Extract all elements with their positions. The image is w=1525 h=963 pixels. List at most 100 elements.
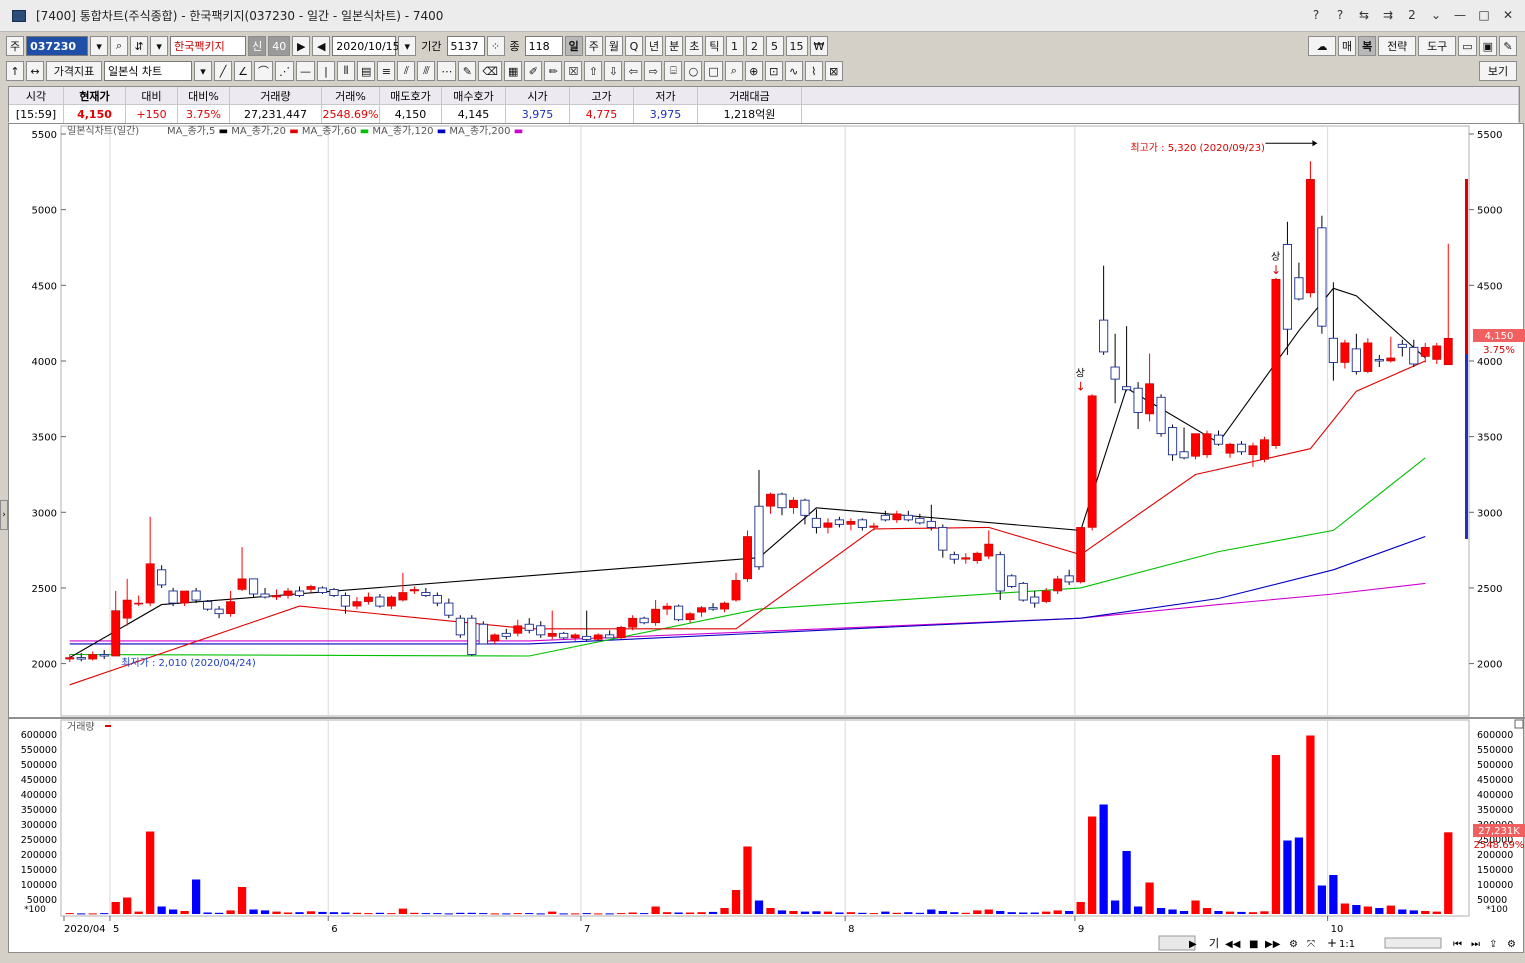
chart-settings-icon[interactable]: ⚙ <box>1289 939 1298 950</box>
multi-button[interactable]: 복 <box>1358 36 1377 56</box>
stop-icon[interactable]: ■ <box>1249 939 1258 950</box>
delete-icon[interactable]: ☒ <box>564 61 583 81</box>
next-play-icon[interactable]: ▶ <box>292 36 311 56</box>
price-panel[interactable] <box>60 125 1470 717</box>
single-button[interactable]: 매 <box>1337 36 1357 56</box>
code-dropdown-icon[interactable]: ▾ <box>90 36 109 56</box>
gann-icon[interactable]: ⋯ <box>437 61 457 81</box>
interval-quarter[interactable]: Q <box>625 36 643 56</box>
arrows-horizontal-icon[interactable]: ↔ <box>26 61 44 81</box>
interval-15[interactable]: 15 <box>785 36 808 56</box>
search-icon[interactable]: ⌕ <box>110 36 129 56</box>
volume-panel[interactable] <box>60 719 1470 917</box>
rectangle-icon[interactable]: □ <box>704 61 723 81</box>
brush-icon[interactable]: ✐ <box>524 61 543 81</box>
scroll-right-icon[interactable]: ▶ <box>1189 939 1197 950</box>
zoom-in-icon[interactable]: + <box>1327 936 1337 950</box>
rewind-icon[interactable]: ◀◀ <box>1225 939 1241 950</box>
view-button[interactable]: 보기 <box>1479 61 1517 81</box>
market-select-button[interactable]: 주 <box>6 36 25 56</box>
period-input[interactable]: 5137 <box>446 36 485 56</box>
pencil-icon[interactable]: ✎ <box>458 61 477 81</box>
minimize-button[interactable]: — <box>1451 6 1469 24</box>
grid-lines-icon[interactable]: ▤ <box>357 61 376 81</box>
interval-year[interactable]: 년 <box>645 36 664 56</box>
zoom-slider[interactable] <box>1384 937 1442 949</box>
crosshair-icon[interactable]: ⤧ <box>1307 939 1315 950</box>
interval-week[interactable]: 주 <box>584 36 603 56</box>
magnet-icon[interactable]: ⊡ <box>764 61 783 81</box>
zoom-reset-icon[interactable]: ⊕ <box>744 61 763 81</box>
prev-play-icon[interactable]: ◀ <box>312 36 331 56</box>
maximize-button[interactable]: □ <box>1475 6 1493 24</box>
zoom-icon[interactable]: ⌕ <box>724 61 743 81</box>
interval-1[interactable]: 1 <box>725 36 744 56</box>
strategy-button[interactable]: 전략 <box>1378 36 1417 56</box>
chart-config-icon[interactable]: ⚙ <box>1507 939 1516 950</box>
right-arrow-icon[interactable]: ⇨ <box>644 61 663 81</box>
channel-icon[interactable]: ⫽ <box>397 61 416 81</box>
link-icon[interactable]: ⇆ <box>1355 6 1373 24</box>
edit-icon[interactable]: ✏ <box>544 61 563 81</box>
sort-icon[interactable]: ⇵ <box>130 36 149 56</box>
up-arrow-icon[interactable]: ⇧ <box>584 61 603 81</box>
fibonacci-icon[interactable]: ≡ <box>377 61 396 81</box>
fan-icon[interactable]: ⋰ <box>275 61 294 81</box>
date-input[interactable]: 2020/10/15 <box>332 36 400 56</box>
list-dropdown-icon[interactable]: ▾ <box>150 36 169 56</box>
fast-forward-icon[interactable]: ▶▶ <box>1265 939 1281 950</box>
zoom-ratio-label[interactable]: 1:1 <box>1339 939 1355 950</box>
horizontal-line-icon[interactable]: — <box>296 61 315 81</box>
interval-day[interactable]: 일 <box>564 36 583 56</box>
chart-type-select[interactable]: 일본식 차트 <box>104 61 192 81</box>
cloud-icon[interactable]: ☁ <box>1307 36 1336 56</box>
first-page-icon[interactable]: ⏮ <box>1453 939 1462 950</box>
arrow-up-icon[interactable]: ↑ <box>6 61 24 81</box>
question-icon[interactable]: ? <box>1331 6 1349 24</box>
code-input[interactable]: 037230 <box>26 36 89 56</box>
trendline-icon[interactable]: ╱ <box>214 61 232 81</box>
chart-svg[interactable]: 5500 5000 4500 4000 3500 3000 2500 2000 5500 500… <box>9 124 1525 954</box>
indicator-button[interactable]: 가격지표 <box>46 61 102 81</box>
interval-5[interactable]: 5 <box>765 36 784 56</box>
left-arrow-icon[interactable]: ⇦ <box>624 61 643 81</box>
split-icon[interactable]: ⇉ <box>1379 6 1397 24</box>
color-icon[interactable]: ▦ <box>503 61 523 81</box>
interval-second[interactable]: 초 <box>685 36 704 56</box>
tools-button[interactable]: 도구 <box>1418 36 1457 56</box>
side-panel-toggle[interactable]: › <box>0 500 8 530</box>
parallel-icon[interactable]: ⫻ <box>417 61 436 81</box>
date-dropdown-icon[interactable]: ▾ <box>398 36 417 56</box>
eraser-icon[interactable]: ⌫ <box>478 61 502 81</box>
export-icon[interactable]: ⇪ <box>1489 939 1497 950</box>
note-icon[interactable]: ⌸ <box>664 61 683 81</box>
interval-month[interactable]: 월 <box>604 36 623 56</box>
close-button[interactable]: ✕ <box>1499 6 1517 24</box>
interval-2[interactable]: 2 <box>745 36 764 56</box>
cycle-lines-icon[interactable]: ⦀ <box>337 61 355 81</box>
volume-panel-close-icon[interactable] <box>1514 719 1524 729</box>
settings-icon[interactable]: ✎ <box>1499 36 1517 56</box>
grid-icon[interactable]: ⁘ <box>486 36 505 56</box>
interval-tick[interactable]: 틱 <box>705 36 724 56</box>
vertical-line-icon[interactable]: | <box>317 61 335 81</box>
count-input[interactable]: 118 <box>524 36 563 56</box>
wave-icon[interactable]: ∿ <box>784 61 803 81</box>
currency-button[interactable]: ₩ <box>809 36 829 56</box>
folder-icon[interactable]: ▭ <box>1458 36 1477 56</box>
help-icon[interactable]: ? <box>1307 6 1325 24</box>
clear-drawings-icon[interactable]: ⊠ <box>824 61 843 81</box>
pin-icon[interactable]: ⌄ <box>1427 6 1445 24</box>
scroll-mode-label[interactable]: 기 <box>1209 937 1219 950</box>
angle-line-icon[interactable]: ∠ <box>234 61 252 81</box>
arc-icon[interactable]: ⌒ <box>254 61 273 81</box>
last-page-icon[interactable]: ⏭ <box>1471 939 1480 950</box>
pattern-icon[interactable]: ⌇ <box>804 61 823 81</box>
chart-type-dropdown-icon[interactable]: ▾ <box>194 61 212 81</box>
ellipse-icon[interactable]: ○ <box>684 61 703 81</box>
chart-area[interactable]: 5500 5000 4500 4000 3500 3000 2500 2000 5500 500… <box>8 123 1525 954</box>
layout-count[interactable]: 2 <box>1403 6 1421 24</box>
down-arrow-icon[interactable]: ⇩ <box>604 61 623 81</box>
interval-minute[interactable]: 분 <box>665 36 684 56</box>
save-icon[interactable]: ▣ <box>1478 36 1497 56</box>
